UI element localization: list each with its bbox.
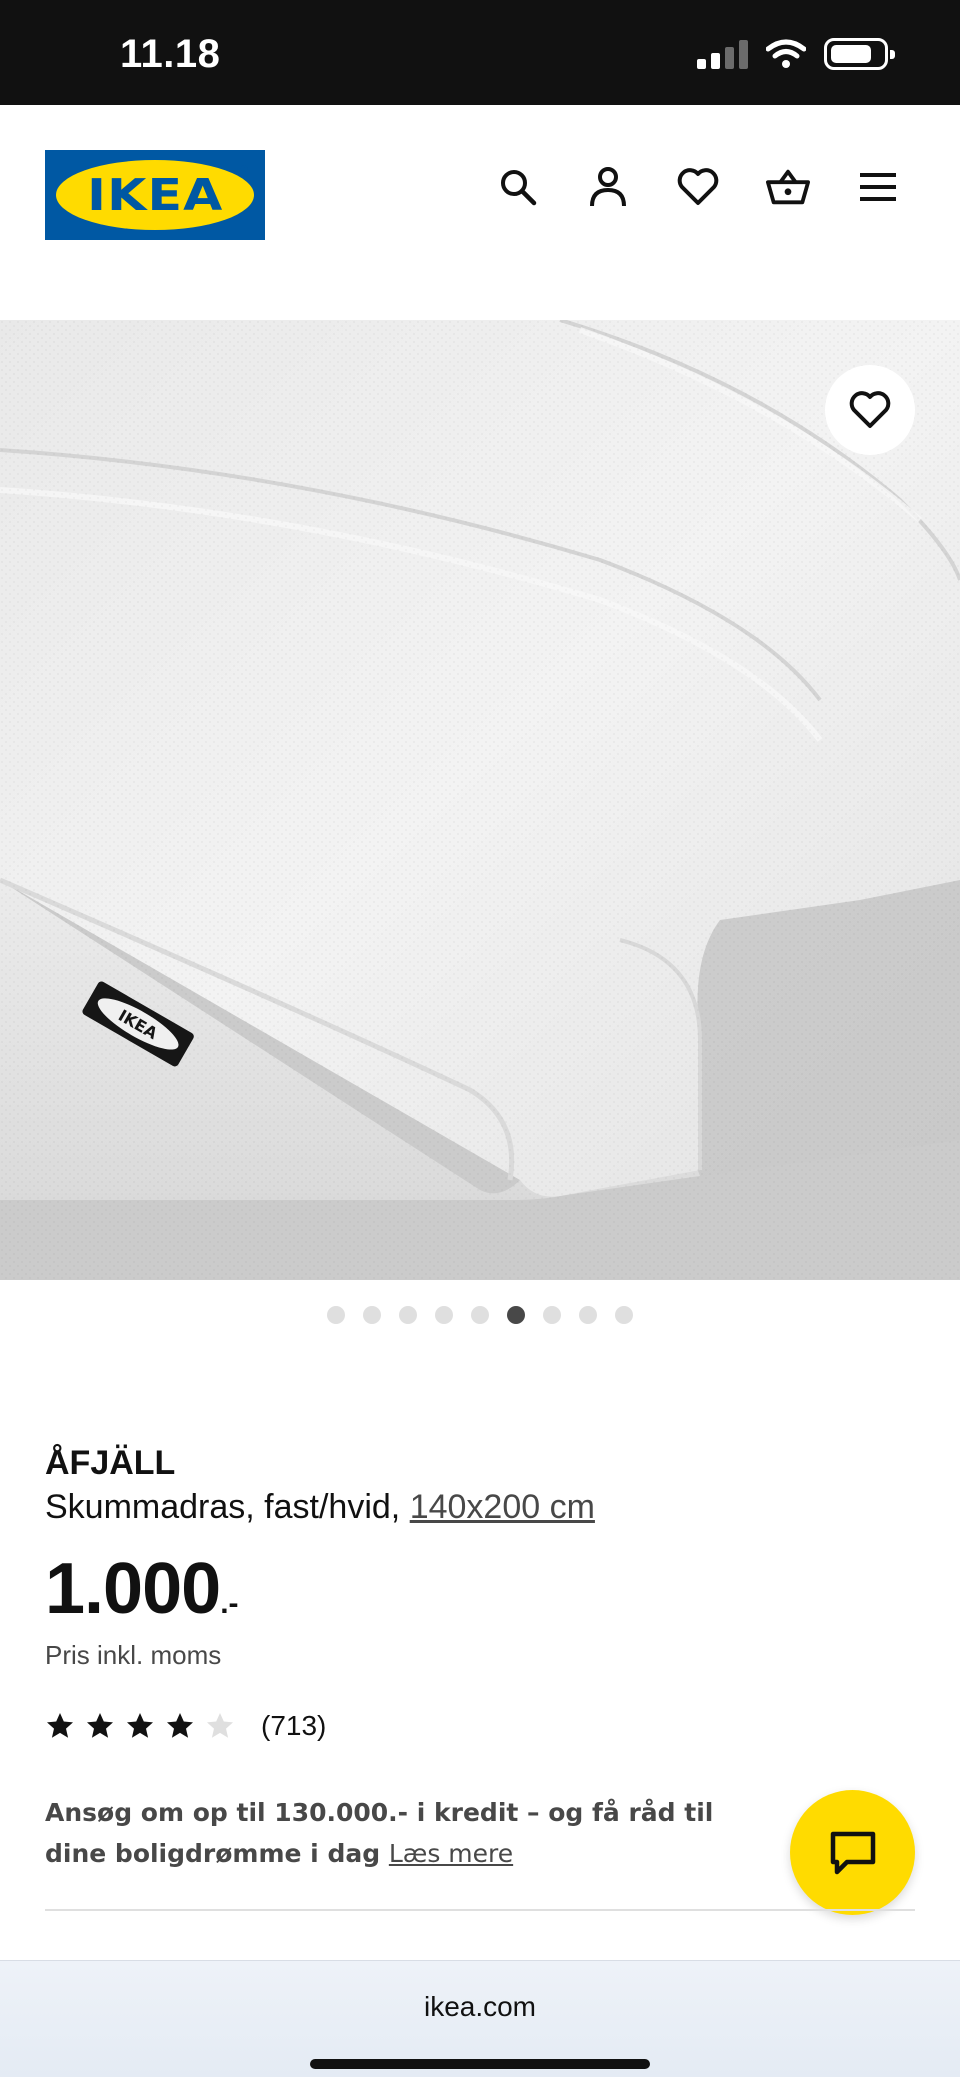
wifi-icon xyxy=(766,39,806,68)
rating-count: (713) xyxy=(261,1710,327,1741)
basket-icon[interactable] xyxy=(766,165,810,209)
chat-button[interactable] xyxy=(790,1790,915,1915)
rating[interactable]: (713) xyxy=(45,1710,326,1742)
product-image-gallery[interactable]: IKEA xyxy=(0,320,960,1280)
heart-icon xyxy=(849,391,891,428)
menu-icon[interactable] xyxy=(856,165,900,209)
header-nav xyxy=(496,165,900,209)
product-name: ÅFJÄLL xyxy=(45,1444,176,1482)
credit-text: Ansøg om op til 130.000.- i kredit – og … xyxy=(45,1798,714,1868)
status-time: 11.18 xyxy=(120,32,221,76)
user-icon[interactable] xyxy=(586,165,630,209)
gallery-dot[interactable] xyxy=(579,1306,597,1324)
battery-icon xyxy=(824,38,895,70)
registered-mark: ® xyxy=(239,164,249,175)
gallery-dot[interactable] xyxy=(363,1306,381,1324)
star-filled-icon xyxy=(87,1713,113,1738)
status-bar: 11.18 xyxy=(0,0,960,105)
read-more-link[interactable]: Læs mere xyxy=(389,1839,513,1868)
star-filled-icon xyxy=(167,1713,193,1738)
star-filled-icon xyxy=(127,1713,153,1738)
mattress-image: IKEA xyxy=(0,320,960,1280)
gallery-dot[interactable] xyxy=(399,1306,417,1324)
gallery-dot[interactable] xyxy=(471,1306,489,1324)
product-price: 1.000.- xyxy=(45,1548,239,1630)
divider xyxy=(45,1909,915,1911)
gallery-dot[interactable] xyxy=(507,1306,525,1324)
gallery-pagination xyxy=(0,1306,960,1324)
site-header: IKEA ® xyxy=(0,105,960,320)
cellular-signal-icon xyxy=(697,39,748,69)
product-type: Skummadras, fast/hvid, xyxy=(45,1488,401,1526)
size-link[interactable]: 140x200 cm xyxy=(410,1488,595,1526)
ikea-logo[interactable]: IKEA ® xyxy=(45,150,265,240)
url-text: ikea.com xyxy=(423,1991,537,2022)
price-value: 1.000 xyxy=(45,1549,221,1629)
gallery-dot[interactable] xyxy=(435,1306,453,1324)
status-icons xyxy=(697,38,895,70)
price-note: Pris inkl. moms xyxy=(45,1640,222,1670)
browser-address-bar[interactable]: ikea.com xyxy=(0,1960,960,2077)
chat-icon xyxy=(830,1831,875,1874)
star-filled-icon xyxy=(47,1713,73,1738)
gallery-dot[interactable] xyxy=(615,1306,633,1324)
search-icon[interactable] xyxy=(496,165,540,209)
add-to-favorites-button[interactable] xyxy=(825,365,915,455)
gallery-dot[interactable] xyxy=(543,1306,561,1324)
logo-text: IKEA xyxy=(86,169,224,221)
credit-promo: Ansøg om op til 130.000.- i kredit – og … xyxy=(45,1792,765,1874)
logo-oval: IKEA xyxy=(56,160,254,230)
star-empty-icon xyxy=(207,1713,233,1738)
heart-icon[interactable] xyxy=(676,165,720,209)
price-suffix: .- xyxy=(220,1587,239,1620)
home-indicator xyxy=(310,2059,650,2069)
product-description: Skummadras, fast/hvid, 140x200 cm xyxy=(45,1488,595,1527)
rating-stars xyxy=(45,1711,245,1741)
gallery-dot[interactable] xyxy=(327,1306,345,1324)
